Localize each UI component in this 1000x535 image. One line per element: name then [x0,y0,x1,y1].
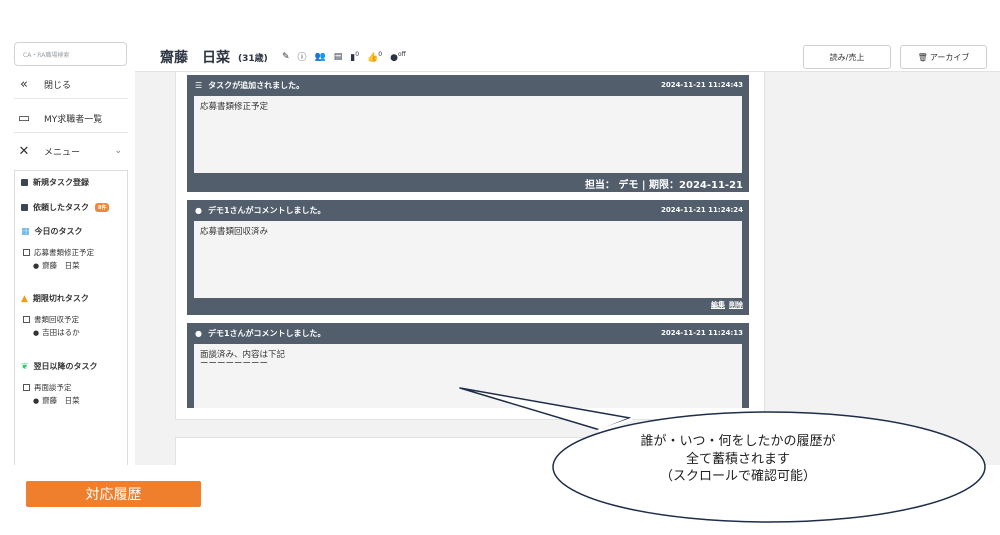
status-off: off [397,50,406,58]
user-status-icon[interactable]: ●off [390,51,406,63]
candidate-age: (31歳) [238,54,268,64]
edit-icon[interactable]: ✎ [282,52,290,62]
laptop-icon: ▭ [17,111,31,126]
my-jobseekers-label: MY求職者一覧 [44,115,103,125]
trash-icon: 🗑 [917,52,928,62]
card-timestamp: 2024-11-21 11:24:24 [660,206,743,214]
users-icon[interactable]: 👥 [315,52,326,62]
sprout-icon: ❦ [21,361,29,372]
document-icon[interactable]: ▮0 [350,51,359,63]
today-task-item[interactable]: 応募書類修正予定 [23,247,94,258]
overdue-person-name: 吉田はるか [42,328,80,337]
comment-icon: ● [195,205,202,215]
header-icons: ✎ ⓘ 👥 ▤ ▮0 👍0 ●off [282,50,406,64]
overdue-task-person: ● 吉田はるか [33,327,80,338]
menu-label: メニュー [44,147,81,158]
user-circle-icon: ● [33,397,40,405]
today-task-item-label: 応募書類修正予定 [34,248,94,257]
my-jobseekers-link[interactable]: ▭ MY求職者一覧 [14,105,128,133]
thumbs-up-icon[interactable]: 👍0 [367,51,382,63]
menu-today-task-label: 今日のタスク [34,227,83,236]
chevron-down-icon: ⌄ [114,146,122,156]
user-circle-icon: ● [33,329,40,337]
card-body-line: ーーーーーーーー [200,359,269,370]
today-task-person: ● 齋藤 日菜 [33,260,80,271]
menu-new-task[interactable]: 新規タスク登録 [21,177,89,188]
tools-icon: ✕ [18,143,30,159]
archive-button[interactable]: 🗑 アーカイブ [900,45,987,69]
future-task-item[interactable]: 再面談予定 [23,382,72,393]
history-card-comment-2: ● デモ1さんがコメントしました。 2024-11-21 11:24:13 面談… [187,323,749,408]
history-card-comment: ● デモ1さんがコメントしました。 2024-11-21 11:24:24 応募… [187,200,749,315]
menu-overdue-task-label: 期限切れタスク [32,294,89,303]
delete-link[interactable]: 削除 [729,301,743,309]
card-body: 応募書類修正予定 [194,96,742,173]
future-task-person: ● 齋藤 日菜 [33,395,80,406]
calendar-icon: ▦ [21,226,30,237]
callout-text: 誰が・いつ・何をしたかの履歴が 全て蓄積されます （スクロールで確認可能） [588,433,888,486]
future-person-name: 齋藤 日菜 [42,396,80,405]
like-count: 0 [378,50,383,58]
callout-line: 誰が・いつ・何をしたかの履歴が [640,434,836,449]
menu-overdue-task[interactable]: ▲ 期限切れタスク [21,293,89,304]
edit-link[interactable]: 編集 [711,301,725,309]
double-chevron-left-icon: « [20,77,28,92]
menu-new-task-label: 新規タスク登録 [33,178,89,187]
callout-line: 全て蓄積されます [685,451,790,467]
list-icon: ☰ [195,80,203,90]
close-label: 閉じる [44,81,72,91]
card-footer: 担当： デモ | 期限：2024-11-21 [584,180,743,191]
checkbox[interactable] [23,384,30,391]
menu-today-task[interactable]: ▦ 今日のタスク [21,226,83,237]
overdue-task-item-label: 書類回収予定 [34,315,79,324]
archive-label: アーカイブ [929,52,970,62]
card-body-line: 面談済み、内容は下記 [200,350,286,360]
document-count: 0 [355,50,360,58]
card-title: デモ1さんがコメントしました。 [207,328,326,338]
requested-badge: 8件 [95,203,110,212]
user-circle-icon: ● [33,262,40,270]
menu-panel: 新規タスク登録 依頼したタスク 8件 ▦ 今日のタスク 応募書類修正予定 ● 齋藤… [14,170,128,465]
card-timestamp: 2024-11-21 11:24:43 [660,81,743,89]
warning-icon: ▲ [21,293,28,304]
today-person-name: 齋藤 日菜 [42,261,80,270]
overdue-task-item[interactable]: 書類回収予定 [23,314,79,325]
callout-line: （スクロールで確認可能） [659,469,816,485]
read-sales-button[interactable]: 読み/売上 [803,45,891,69]
card-timestamp: 2024-11-21 11:24:13 [660,329,743,337]
card-actions: 編集 削除 [707,300,743,310]
close-sidebar-button[interactable]: « 閉じる [14,71,128,99]
menu-toggle[interactable]: ✕ メニュー ⌄ [14,137,128,165]
id-card-icon[interactable]: ▤ [334,52,343,62]
history-card-task: ☰ タスクが追加されました。 2024-11-21 11:24:43 応募書類修… [187,75,749,192]
checkbox[interactable] [23,316,30,323]
menu-future-task[interactable]: ❦ 翌日以降のタスク [21,361,98,372]
plus-square-icon [21,204,28,211]
card-body: 応募書類回収済み [194,221,742,298]
candidate-name: 齋藤 日菜 [160,50,230,66]
search-input[interactable]: CA・RA職場検索 [14,42,127,66]
comment-icon: ● [195,328,202,338]
info-icon[interactable]: ⓘ [298,50,307,63]
future-task-item-label: 再面談予定 [34,383,72,392]
card-title: タスクが追加されました。 [208,80,305,90]
section-label: 対応履歴 [26,481,201,507]
menu-requested-task[interactable]: 依頼したタスク 8件 [21,202,110,213]
card-body: 面談済み、内容は下記 ーーーーーーーー [194,344,742,408]
menu-requested-task-label: 依頼したタスク [33,203,89,212]
plus-square-icon [21,179,28,186]
checkbox[interactable] [23,249,30,256]
menu-future-task-label: 翌日以降のタスク [33,362,98,371]
card-title: デモ1さんがコメントしました。 [207,205,326,215]
